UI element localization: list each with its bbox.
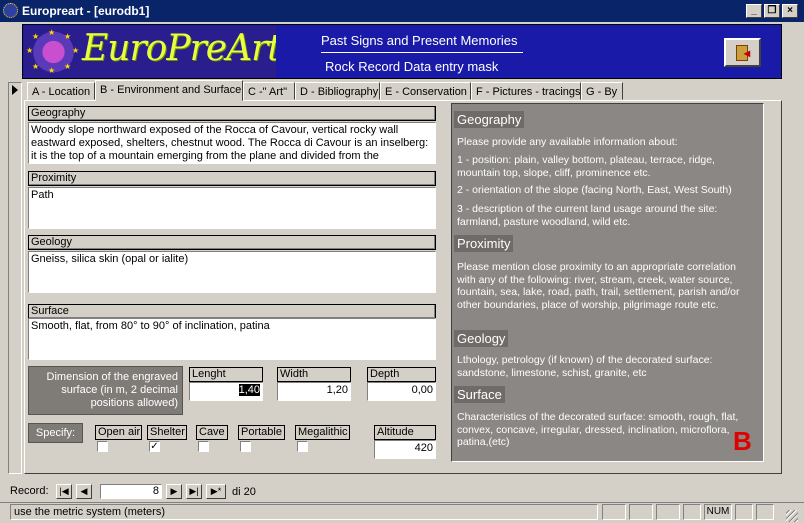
portable-checkbox[interactable] <box>240 441 251 452</box>
first-record-button[interactable]: |◀ <box>56 484 72 499</box>
title-bar: Europreart - [eurodb1] <box>0 0 804 22</box>
tab-by[interactable]: G - By <box>581 82 623 100</box>
status-cell-7 <box>756 504 774 520</box>
help-geography-item-3: 3 - description of the current land usag… <box>457 203 718 228</box>
width-label: Width <box>277 367 351 382</box>
tab-conservation[interactable]: E - Conservation <box>380 82 471 100</box>
record-count: di 20 <box>232 486 256 498</box>
last-record-button[interactable]: ▶| <box>186 484 202 499</box>
help-surface-text: Characteristics of the decorated surface… <box>457 411 739 448</box>
depth-label: Depth <box>367 367 436 382</box>
record-selector[interactable] <box>8 82 22 474</box>
lenght-value: 1,40 <box>238 384 260 396</box>
width-input[interactable]: 1,20 <box>277 382 351 401</box>
surface-label: Surface <box>28 304 436 319</box>
status-cell-1 <box>602 504 626 520</box>
logo-text: EuroPreArt <box>82 28 276 69</box>
shelter-label: Shelter <box>147 425 187 440</box>
status-text: use the metric system (meters) <box>10 504 598 520</box>
exit-button[interactable]: ◂ <box>724 38 761 67</box>
tab-art[interactable]: C -" Art" <box>243 82 295 100</box>
app-icon[interactable] <box>3 3 18 18</box>
help-geology-heading: Geology <box>454 330 509 347</box>
section-letter: B <box>733 426 752 456</box>
geology-label: Geology <box>28 235 436 250</box>
cave-label: Cave <box>196 425 228 440</box>
help-geography-item-1: 1 - position: plain, valley bottom, plat… <box>457 154 715 179</box>
status-cell-6 <box>735 504 753 520</box>
num-lock-indicator: NUM <box>704 504 732 520</box>
altitude-input[interactable]: 420 <box>374 440 436 459</box>
portable-label: Portable <box>238 425 285 440</box>
megalithic-label: Megalithic <box>295 425 350 440</box>
new-record-button[interactable]: ▶* <box>206 484 226 499</box>
tab-pictures-tracings[interactable]: F - Pictures - tracings <box>471 82 581 100</box>
geography-field[interactable]: Woody slope northward exposed of the Roc… <box>28 122 436 164</box>
surface-field[interactable]: Smooth, flat, from 80° to 90° of inclina… <box>28 318 436 360</box>
record-number-input[interactable]: 8 <box>100 484 162 499</box>
help-geography-intro: Please provide any available information… <box>457 136 678 148</box>
minimize-button[interactable]: _ <box>746 4 762 18</box>
cave-checkbox[interactable] <box>198 441 209 452</box>
header-divider <box>321 52 523 53</box>
restore-button[interactable]: ❐ <box>764 4 780 18</box>
next-record-button[interactable]: ▶ <box>166 484 182 499</box>
tab-location[interactable]: A - Location <box>27 82 95 100</box>
header-line-2: Rock Record Data entry mask <box>325 59 499 74</box>
status-cell-2 <box>629 504 653 520</box>
header-line-1: Past Signs and Present Memories <box>321 33 518 48</box>
altitude-label: Altitude <box>374 425 436 440</box>
resize-grip-icon[interactable] <box>786 510 798 522</box>
geology-field[interactable]: Gneiss, silica skin (opal or ialite) <box>28 251 436 293</box>
tab-environment-surface[interactable]: B - Environment and Surface <box>95 80 243 101</box>
proximity-label: Proximity <box>28 171 436 186</box>
geography-label: Geography <box>28 106 436 121</box>
dimension-note: Dimension of the engraved surface (in m,… <box>28 366 183 415</box>
shelter-checkbox[interactable]: ✓ <box>149 441 160 452</box>
specify-label: Specify: <box>28 423 83 443</box>
open-air-checkbox[interactable] <box>97 441 108 452</box>
help-geography-heading: Geography <box>454 111 525 128</box>
record-label: Record: <box>10 485 49 497</box>
exit-arrow-icon: ◂ <box>744 46 751 60</box>
help-proximity-heading: Proximity <box>454 235 514 252</box>
help-proximity-text: Please mention close proximity to an app… <box>457 261 740 311</box>
help-geology-text: Lthology, petrology (if known) of the de… <box>457 354 713 379</box>
help-surface-heading: Surface <box>454 386 505 403</box>
help-geography-item-2: 2 - orientation of the slope (facing Nor… <box>457 184 732 196</box>
tab-bibliography[interactable]: D - Bibliography <box>295 82 380 100</box>
status-cell-3 <box>656 504 680 520</box>
open-air-label: Open air <box>95 425 142 440</box>
depth-input[interactable]: 0,00 <box>367 382 436 401</box>
close-button[interactable]: × <box>782 4 798 18</box>
lenght-label: Lenght <box>189 367 263 382</box>
lenght-input[interactable]: 1,40 <box>189 382 263 401</box>
proximity-field[interactable]: Path <box>28 187 436 229</box>
prev-record-button[interactable]: ◀ <box>76 484 92 499</box>
europreart-logo: ★ ★ ★ ★ ★ ★ ★ ★ EuroPreArt <box>24 26 276 78</box>
megalithic-checkbox[interactable] <box>297 441 308 452</box>
status-cell-4 <box>683 504 701 520</box>
window-title: Europreart - [eurodb1] <box>22 4 150 18</box>
help-panel: Geography Please provide any available i… <box>451 103 764 462</box>
current-record-icon <box>12 85 18 95</box>
